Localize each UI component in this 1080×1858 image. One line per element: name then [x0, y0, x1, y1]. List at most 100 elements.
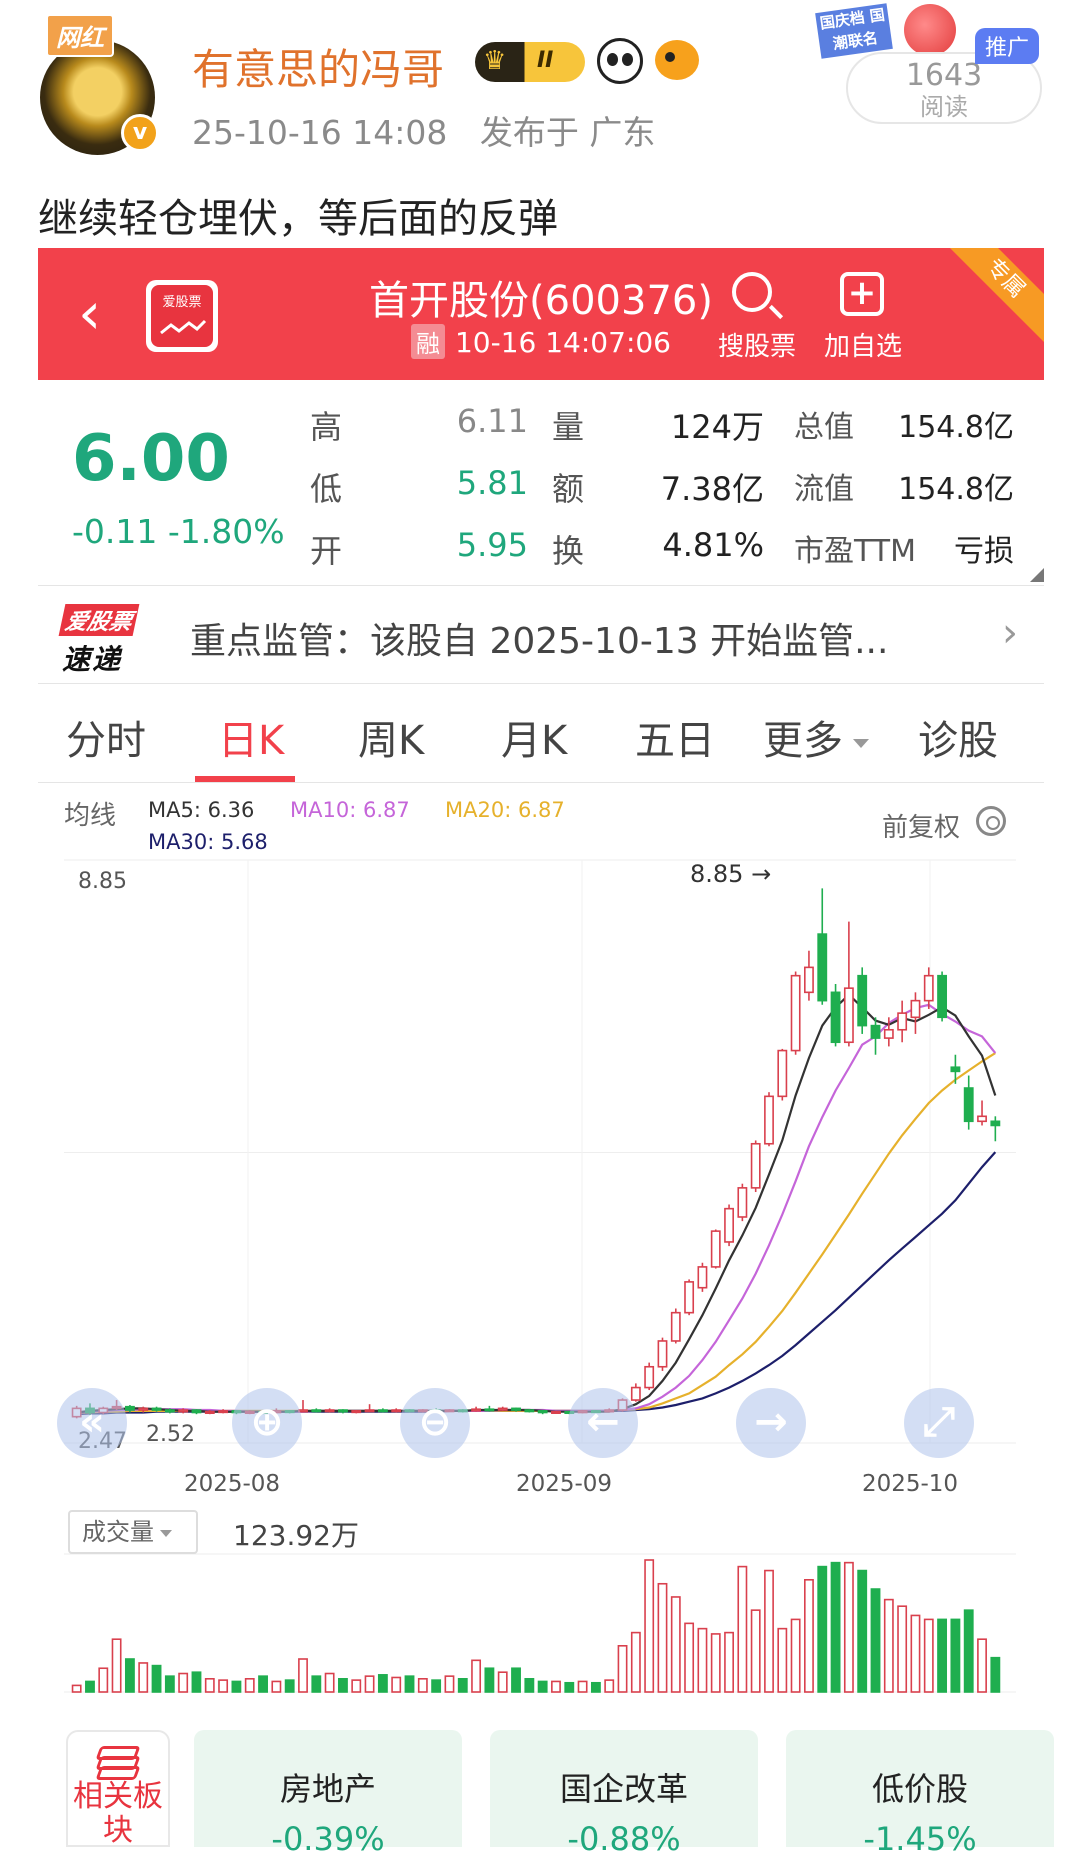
candle	[191, 1409, 202, 1415]
candle-body	[804, 966, 814, 994]
volume-bar	[764, 1569, 774, 1693]
expand-icon: ⤢	[923, 1399, 955, 1445]
rewind-button[interactable]: «	[57, 1388, 127, 1458]
candle-body	[657, 1340, 668, 1368]
candle-body	[524, 1409, 535, 1413]
volume-bar	[231, 1680, 242, 1693]
volume-bar	[923, 1618, 934, 1693]
double-left-icon: «	[79, 1399, 105, 1445]
candle-body	[151, 1407, 162, 1411]
volume-bar	[604, 1679, 615, 1693]
candle-body	[937, 974, 948, 1019]
candle-body	[484, 1408, 495, 1412]
candle-body	[324, 1409, 335, 1413]
candle-body	[897, 1012, 908, 1031]
candle-body	[471, 1408, 482, 1412]
volume-bar	[151, 1664, 162, 1693]
candle	[484, 1405, 495, 1412]
zoom-out-icon: ⊖	[418, 1399, 452, 1445]
candle	[324, 1408, 335, 1413]
volume-bar	[804, 1579, 814, 1693]
zoom-in-button[interactable]: ⊕	[232, 1388, 302, 1458]
kline-chart[interactable]: 8.858.85 →2.472.522025-082025-092025-10	[0, 0, 1080, 1730]
volume-bar	[497, 1671, 508, 1693]
sector-change: -1.45%	[863, 1820, 977, 1858]
volume-bar	[457, 1678, 468, 1693]
candle-body	[684, 1281, 695, 1314]
arrow-right-icon: →	[754, 1399, 788, 1445]
candle	[524, 1409, 535, 1413]
candle-body	[551, 1410, 561, 1414]
candle-body	[138, 1407, 149, 1411]
volume-bar	[750, 1609, 761, 1693]
volume-bar	[937, 1618, 948, 1693]
candle-body	[790, 974, 801, 1052]
candle-body	[164, 1409, 175, 1413]
volume-bar	[444, 1675, 455, 1693]
indicator-select[interactable]: 成交量	[68, 1510, 198, 1554]
zoom-in-icon: ⊕	[250, 1399, 284, 1445]
volume-bar	[98, 1667, 109, 1693]
candle-body	[843, 987, 854, 1044]
related-sectors-label[interactable]: 相关板块	[66, 1730, 170, 1848]
candle-body	[923, 974, 934, 1002]
volume-bar	[843, 1561, 854, 1693]
candle	[857, 967, 868, 1034]
volume-bar	[471, 1659, 482, 1693]
sector-card[interactable]: 房地产 -0.39%	[194, 1730, 462, 1858]
candle-body	[963, 1087, 974, 1123]
scroll-right-button[interactable]: →	[736, 1388, 806, 1458]
sector-change: -0.88%	[567, 1820, 681, 1858]
dropdown-icon	[160, 1529, 172, 1537]
volume-bar	[324, 1672, 335, 1693]
candle	[377, 1408, 388, 1413]
volume-bar	[630, 1631, 641, 1693]
volume-bar	[963, 1609, 974, 1693]
volume-bar	[164, 1675, 175, 1693]
volume-bar	[644, 1559, 655, 1693]
volume-bar	[910, 1614, 921, 1693]
candle-body	[950, 1066, 961, 1073]
volume-bar	[204, 1678, 215, 1693]
candle-body	[124, 1405, 135, 1411]
volume-bar	[577, 1680, 588, 1693]
candle-body	[338, 1409, 348, 1413]
sector-card[interactable]: 国企改革 -0.88%	[490, 1730, 758, 1858]
candle	[537, 1410, 548, 1415]
sector-card[interactable]: 低价股 -1.45%	[786, 1730, 1054, 1858]
candle-body	[537, 1410, 548, 1414]
candle-body	[977, 1115, 987, 1123]
scroll-left-button[interactable]: ←	[568, 1388, 638, 1458]
volume-bar	[351, 1679, 362, 1693]
x-tick-label: 2025-09	[516, 1471, 612, 1497]
candle	[790, 971, 801, 1055]
candle	[697, 1262, 708, 1292]
volume-bar	[883, 1598, 894, 1693]
sector-name: 国企改革	[559, 1770, 688, 1808]
candles	[71, 888, 1001, 1419]
fullscreen-button[interactable]: ⤢	[904, 1388, 974, 1458]
candle-body	[351, 1410, 362, 1414]
candle-body	[750, 1142, 761, 1189]
candle-body	[764, 1095, 774, 1145]
candle	[644, 1362, 655, 1391]
volume-bar	[870, 1588, 881, 1693]
candle-body	[377, 1409, 388, 1413]
candle	[750, 1140, 761, 1193]
candle	[764, 1092, 774, 1147]
volume-bar	[111, 1638, 122, 1693]
ma20-line	[76, 1052, 996, 1414]
volume-bar	[697, 1627, 708, 1693]
candle-body	[670, 1311, 681, 1342]
volume-bar	[857, 1569, 868, 1693]
volume-bar	[284, 1679, 295, 1693]
volume-bar	[617, 1645, 628, 1693]
volume-bar	[364, 1675, 375, 1693]
volume-bar	[191, 1671, 202, 1693]
candle-body	[511, 1407, 521, 1411]
candle-body	[777, 1049, 788, 1098]
volume-bars	[71, 1559, 1001, 1693]
zoom-out-button[interactable]: ⊖	[400, 1388, 470, 1458]
volume-bar	[298, 1658, 308, 1693]
volume-bar	[178, 1672, 189, 1693]
